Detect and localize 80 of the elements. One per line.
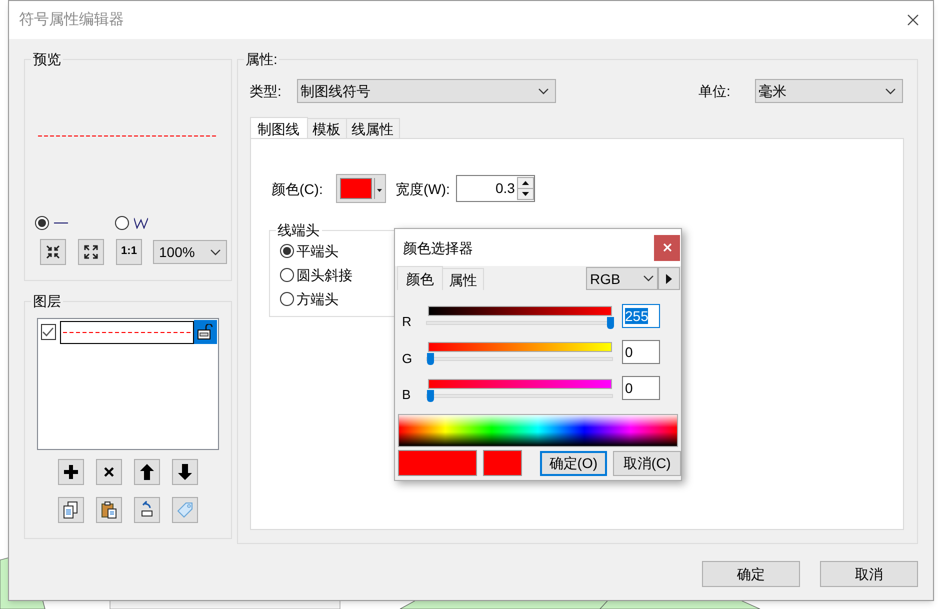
tab[interactable]: 制图线 bbox=[250, 117, 308, 139]
field-label: 类型: bbox=[250, 82, 282, 101]
field-label: 单位: bbox=[698, 82, 732, 101]
group-label: 预览 bbox=[31, 50, 63, 68]
tab[interactable]: 线属性 bbox=[346, 118, 400, 138]
chevron-icon bbox=[538, 88, 549, 94]
popup-title: 颜色选择器 bbox=[403, 238, 473, 258]
channel-label: B bbox=[401, 386, 412, 404]
caret-icon bbox=[374, 178, 382, 199]
arrow-up-button[interactable] bbox=[134, 459, 160, 485]
close-icon bbox=[662, 243, 672, 252]
expand-icon bbox=[83, 244, 99, 260]
chevron-icon bbox=[643, 275, 654, 282]
radio-button[interactable] bbox=[115, 216, 129, 230]
cancel-button[interactable]: 取消(C) bbox=[613, 450, 681, 476]
radio-label[interactable]: 方端头 bbox=[296, 289, 339, 309]
arrow-up-icon bbox=[138, 463, 156, 481]
chevron-icon bbox=[210, 248, 221, 256]
value-field[interactable]: 0 bbox=[622, 340, 660, 364]
arrow-down-button[interactable] bbox=[172, 459, 198, 485]
slider-thumb[interactable] bbox=[427, 390, 434, 402]
tab[interactable]: 属性 bbox=[443, 268, 484, 290]
expand-button[interactable] bbox=[78, 239, 104, 265]
straight-line-icon bbox=[54, 221, 68, 225]
tab[interactable]: 颜色 bbox=[397, 266, 443, 290]
expand-button[interactable] bbox=[658, 267, 680, 290]
paste-icon bbox=[100, 501, 118, 519]
copy-icon bbox=[62, 501, 80, 519]
value-field[interactable]: 0 bbox=[622, 376, 660, 400]
undo-button[interactable] bbox=[134, 497, 160, 523]
radio-label[interactable]: 圆头斜接 bbox=[296, 265, 353, 285]
model-dropdown[interactable]: RGB bbox=[586, 267, 658, 290]
chevron-icon bbox=[884, 88, 896, 94]
type-dropdown[interactable]: 制图线符号 bbox=[296, 79, 556, 103]
color-button[interactable] bbox=[336, 174, 386, 203]
channel-label: R bbox=[401, 313, 412, 332]
delete-button[interactable] bbox=[96, 459, 122, 485]
close-icon[interactable] bbox=[907, 14, 919, 26]
dialog-button[interactable]: 取消 bbox=[820, 561, 918, 587]
radio-button[interactable] bbox=[280, 292, 294, 306]
width-spinbox[interactable]: 0.3 bbox=[456, 175, 535, 202]
lock-button[interactable] bbox=[194, 320, 217, 344]
play-icon bbox=[666, 274, 672, 284]
group-label: 线端头 bbox=[276, 221, 322, 239]
layer-list[interactable] bbox=[36, 318, 219, 450]
paste-button[interactable] bbox=[96, 497, 122, 523]
field-label: 颜色(C): bbox=[272, 180, 324, 198]
color-spectrum[interactable] bbox=[398, 414, 678, 448]
ok-button[interactable]: 确定(O) bbox=[540, 450, 608, 476]
actual-size-button[interactable]: 1:1 bbox=[116, 239, 142, 265]
check-icon bbox=[42, 327, 54, 337]
slider-thumb[interactable] bbox=[427, 353, 434, 366]
tab[interactable]: 模板 bbox=[308, 118, 347, 138]
group-label: 图层 bbox=[31, 292, 63, 310]
radio-button[interactable] bbox=[35, 216, 49, 230]
lock-icon bbox=[197, 324, 214, 340]
add-icon bbox=[62, 463, 80, 481]
shrink-icon bbox=[45, 244, 61, 260]
close-button[interactable] bbox=[654, 234, 680, 260]
add-button[interactable] bbox=[58, 459, 84, 485]
zoom-dropdown[interactable]: 100% bbox=[153, 240, 227, 264]
field-label: 宽度(W): bbox=[396, 180, 450, 198]
radio-label[interactable]: 平端头 bbox=[296, 241, 339, 261]
arrow-down-icon bbox=[176, 463, 194, 481]
layer-swatch[interactable] bbox=[60, 320, 194, 344]
unit-dropdown[interactable]: 毫米 bbox=[754, 79, 903, 103]
window-title: 符号属性编辑器 bbox=[19, 10, 124, 30]
copy-button[interactable] bbox=[58, 497, 84, 523]
shrink-button[interactable] bbox=[40, 239, 66, 265]
checkbox[interactable] bbox=[40, 324, 56, 340]
channel-label: G bbox=[401, 350, 414, 368]
radio-button[interactable] bbox=[280, 244, 294, 258]
group-label: 属性: bbox=[244, 50, 280, 68]
radio-button[interactable] bbox=[280, 268, 294, 282]
slider-thumb[interactable] bbox=[607, 317, 614, 330]
dialog-button[interactable]: 确定 bbox=[702, 561, 800, 587]
value-field[interactable]: 255 bbox=[622, 304, 660, 328]
tag-icon bbox=[176, 501, 194, 519]
spin-arrows-icon bbox=[516, 177, 534, 200]
zigzag-line-icon bbox=[134, 217, 148, 229]
